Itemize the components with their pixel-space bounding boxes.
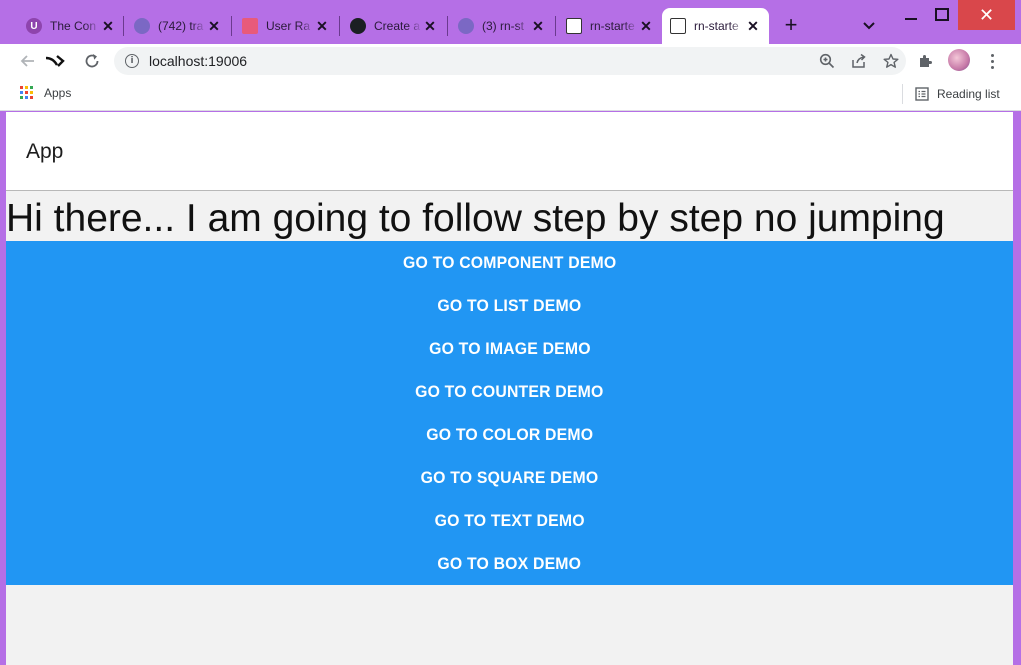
bookmarks-bar: Apps Reading list [0, 78, 1021, 111]
tab-favicon-icon [134, 18, 150, 34]
browser-tab-active[interactable]: rn-starte ✕ [662, 8, 769, 44]
button-label: GO TO IMAGE DEMO [428, 338, 591, 358]
browser-menu-icon[interactable] [985, 50, 999, 72]
greeting-text: Hi there... I am going to follow step by… [6, 197, 945, 240]
button-label: GO TO BOX DEMO [437, 553, 582, 573]
address-bar[interactable]: i localhost:19006 [114, 47, 906, 75]
tab-separator [555, 16, 556, 36]
bookmark-star-icon[interactable] [882, 52, 900, 70]
back-button[interactable] [17, 50, 39, 72]
tab-close-icon[interactable]: ✕ [422, 18, 438, 34]
app-viewport: App Hi there... I am going to follow ste… [6, 112, 1013, 665]
tab-title: rn-starte [590, 19, 635, 33]
extensions-button[interactable] [916, 51, 936, 71]
apps-label: Apps [44, 86, 72, 100]
tab-title: User Ra [266, 19, 311, 33]
expo-icon [670, 18, 686, 34]
chevron-down-icon [863, 22, 875, 30]
browser-tab[interactable]: U The Con ✕ [18, 8, 124, 44]
minimize-icon [904, 18, 917, 20]
tab-close-icon[interactable]: ✕ [100, 18, 116, 34]
component-demo-button[interactable]: GO TO COMPONENT DEMO [6, 241, 1013, 284]
close-window-button[interactable]: ✕ [958, 0, 1015, 30]
button-label: GO TO SQUARE DEMO [420, 467, 599, 487]
app-header: App [6, 112, 1013, 191]
button-label: GO TO COLOR DEMO [426, 424, 593, 444]
reading-list-button[interactable]: Reading list [902, 84, 1000, 104]
forward-arrow-icon [45, 55, 65, 67]
button-label: GO TO COMPONENT DEMO [402, 252, 617, 272]
expo-icon [566, 18, 582, 34]
apps-grid-icon [20, 86, 34, 100]
image-demo-button[interactable]: GO TO IMAGE DEMO [6, 327, 1013, 370]
tab-title: (3) rn-st [482, 19, 524, 33]
maximize-button[interactable] [926, 0, 957, 30]
color-demo-button[interactable]: GO TO COLOR DEMO [6, 413, 1013, 456]
reload-icon [85, 54, 99, 68]
site-info-icon[interactable]: i [125, 54, 139, 68]
reading-list-label: Reading list [937, 87, 1000, 101]
button-label: GO TO TEXT DEMO [434, 510, 585, 530]
list-demo-button[interactable]: GO TO LIST DEMO [6, 284, 1013, 327]
browser-tab[interactable]: Create a ✕ [342, 8, 446, 44]
browser-tab[interactable]: (742) tra ✕ [126, 8, 230, 44]
github-icon [350, 18, 366, 34]
tab-separator [339, 16, 340, 36]
browser-tab[interactable]: User Ra ✕ [234, 8, 338, 44]
button-label: GO TO LIST DEMO [437, 295, 582, 315]
button-label: GO TO COUNTER DEMO [415, 381, 604, 401]
tab-title: Create a [374, 19, 421, 33]
tab-separator [123, 16, 124, 36]
app-header-title: App [26, 140, 64, 163]
reading-list-icon [915, 87, 929, 101]
tab-strip: U The Con ✕ (742) tra ✕ User Ra ✕ Create… [0, 0, 1021, 44]
tab-close-icon[interactable]: ✕ [314, 18, 330, 34]
share-icon[interactable] [850, 52, 868, 70]
demo-button-list: GO TO COMPONENT DEMO GO TO LIST DEMO GO … [6, 241, 1013, 585]
browser-toolbar: i localhost:19006 [0, 44, 1021, 78]
back-arrow-icon [20, 55, 34, 67]
zoom-icon[interactable] [818, 52, 836, 70]
tab-close-icon[interactable]: ✕ [638, 18, 654, 34]
close-icon: ✕ [978, 4, 995, 25]
profile-avatar[interactable] [948, 49, 970, 71]
tab-title: (742) tra [158, 19, 204, 33]
box-demo-button[interactable]: GO TO BOX DEMO [6, 542, 1013, 585]
apps-shortcut[interactable]: Apps [20, 86, 71, 100]
maximize-icon [934, 8, 949, 21]
tab-search-button[interactable] [860, 16, 878, 34]
tab-favicon-icon [458, 18, 474, 34]
minimize-button[interactable] [895, 0, 926, 30]
tab-separator [447, 16, 448, 36]
new-tab-button[interactable]: + [779, 14, 803, 38]
tab-favicon-icon: U [26, 18, 42, 34]
forward-button[interactable] [45, 50, 67, 72]
url-text[interactable]: localhost:19006 [149, 53, 247, 69]
text-demo-button[interactable]: GO TO TEXT DEMO [6, 499, 1013, 542]
browser-tab[interactable]: (3) rn-st ✕ [450, 8, 554, 44]
square-demo-button[interactable]: GO TO SQUARE DEMO [6, 456, 1013, 499]
puzzle-icon [920, 55, 932, 67]
tab-favicon-icon [242, 18, 258, 34]
tab-close-icon[interactable]: ✕ [745, 18, 761, 34]
tab-close-icon[interactable]: ✕ [206, 18, 222, 34]
reload-button[interactable] [81, 50, 103, 72]
tab-close-icon[interactable]: ✕ [530, 18, 546, 34]
tab-separator [231, 16, 232, 36]
tab-title: The Con [50, 19, 97, 33]
browser-tab[interactable]: rn-starte ✕ [558, 8, 662, 44]
tab-title: rn-starte [694, 19, 739, 33]
counter-demo-button[interactable]: GO TO COUNTER DEMO [6, 370, 1013, 413]
